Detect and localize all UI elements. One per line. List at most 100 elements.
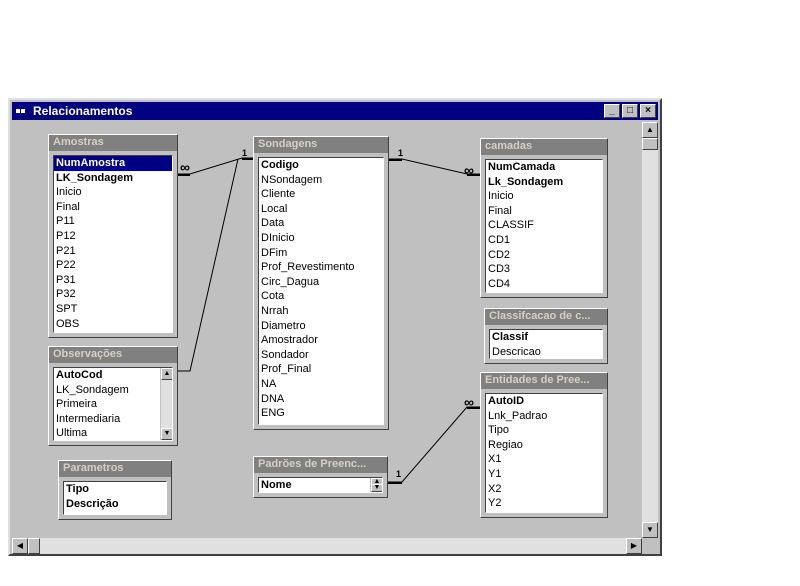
field-item[interactable]: Inicio [486, 189, 602, 204]
field-item[interactable]: Nrrah [259, 304, 383, 319]
field-item[interactable]: Ultima [54, 426, 172, 440]
field-item[interactable]: Prof_Final [259, 362, 383, 377]
field-item[interactable]: CD1 [486, 233, 602, 248]
table-camadas[interactable]: camadas NumCamada Lk_Sondagem Inicio Fin… [480, 138, 608, 298]
field-item[interactable]: Circ_Dagua [259, 275, 383, 290]
field-item[interactable]: P21 [54, 244, 172, 259]
field-item[interactable]: CLASSIF [486, 218, 602, 233]
relationships-canvas[interactable]: ∞ 1 1 ∞ 1 ∞ Amostras NumAmostra LK_Sonda… [12, 122, 642, 538]
field-item[interactable]: NumAmostra [54, 156, 172, 171]
field-item[interactable]: X2 [486, 482, 602, 497]
field-item[interactable]: DFim [259, 246, 383, 261]
field-item[interactable]: P31 [54, 273, 172, 288]
field-item[interactable]: Tipo [64, 482, 166, 497]
field-item[interactable]: Cliente [259, 187, 383, 202]
field-item[interactable]: Cota [259, 289, 383, 304]
table-title[interactable]: Amostras [49, 135, 177, 151]
field-item[interactable]: LK_Sondagem [54, 383, 172, 398]
table-observacoes[interactable]: Observações AutoCod LK_Sondagem Primeira… [48, 346, 178, 446]
field-item[interactable]: Nome [259, 478, 382, 492]
table-title[interactable]: Parametros [59, 461, 171, 477]
field-item[interactable]: CD2 [486, 248, 602, 263]
field-item[interactable]: P11 [54, 214, 172, 229]
field-item[interactable]: NA [259, 377, 383, 392]
field-item[interactable]: P22 [54, 258, 172, 273]
field-item[interactable]: DInicio [259, 231, 383, 246]
field-item[interactable]: Tipo [486, 423, 602, 438]
table-padroes[interactable]: Padrões de Preenc... Nome ▲ ▼ [253, 456, 388, 498]
window-titlebar[interactable]: Relacionamentos _ □ × [12, 102, 658, 120]
field-item[interactable]: Descrição [64, 497, 166, 512]
field-item[interactable]: AutoCod [54, 368, 172, 383]
table-classificacao[interactable]: Classifcacao de c... Classif Descricao [484, 308, 608, 364]
field-list: NumAmostra LK_Sondagem Inicio Final P11 … [53, 155, 173, 333]
scroll-down-icon[interactable]: ▼ [642, 522, 658, 538]
window-app-icon[interactable] [16, 105, 30, 117]
field-item[interactable]: Lk_Sondagem [486, 175, 602, 190]
field-list: NumCamada Lk_Sondagem Inicio Final CLASS… [485, 159, 603, 293]
field-item[interactable]: Intermediaria [54, 412, 172, 427]
close-button[interactable]: × [640, 104, 656, 118]
table-parametros[interactable]: Parametros Tipo Descrição [58, 460, 172, 520]
scroll-right-icon[interactable]: ▶ [626, 538, 642, 554]
field-list: AutoID Lnk_Padrao Tipo Regiao X1 Y1 X2 Y… [485, 393, 603, 513]
field-item[interactable]: Amostrador [259, 333, 383, 348]
field-item[interactable]: SPT [54, 302, 172, 317]
field-item[interactable]: ENG [259, 406, 383, 421]
table-title[interactable]: Sondagens [254, 137, 388, 153]
field-item[interactable]: Prof_Revestimento [259, 260, 383, 275]
field-item[interactable]: Data [259, 216, 383, 231]
table-amostras[interactable]: Amostras NumAmostra LK_Sondagem Inicio F… [48, 134, 178, 338]
table-title[interactable]: camadas [481, 139, 607, 155]
field-item[interactable]: X1 [486, 452, 602, 467]
field-item[interactable]: AutoID [486, 394, 602, 409]
field-item[interactable]: Sondador [259, 348, 383, 363]
field-item[interactable]: Y2 [486, 496, 602, 511]
field-item[interactable]: Local [259, 202, 383, 217]
field-item[interactable]: Regiao [486, 438, 602, 453]
field-item[interactable]: CD3 [486, 262, 602, 277]
scroll-down-icon[interactable]: ▼ [371, 484, 382, 492]
field-item[interactable]: Inicio [54, 185, 172, 200]
field-list-scrollbar[interactable]: ▲ ▼ [370, 478, 382, 492]
scroll-left-icon[interactable]: ◀ [12, 538, 28, 554]
field-item[interactable]: LK_Sondagem [54, 171, 172, 186]
field-item[interactable]: Descricao [490, 345, 602, 358]
field-item[interactable]: Codigo [259, 158, 383, 173]
table-sondagens[interactable]: Sondagens Codigo NSondagem Cliente Local… [253, 136, 389, 430]
field-item[interactable]: NumCamada [486, 160, 602, 175]
scroll-up-icon[interactable]: ▲ [161, 368, 172, 380]
field-list: Tipo Descrição [63, 481, 167, 515]
horizontal-scroll-thumb[interactable] [28, 538, 40, 554]
horizontal-scrollbar[interactable]: ◀ ▶ [12, 538, 642, 554]
field-item[interactable]: Classif [490, 330, 602, 345]
field-list: Nome ▲ ▼ [258, 477, 383, 493]
field-item[interactable]: Y1 [486, 467, 602, 482]
table-title[interactable]: Padrões de Preenc... [254, 457, 387, 473]
table-entidades[interactable]: Entidades de Pree... AutoID Lnk_Padrao T… [480, 372, 608, 518]
minimize-button[interactable]: _ [604, 104, 620, 118]
table-title[interactable]: Observações [49, 347, 177, 363]
field-item[interactable]: Diametro [259, 319, 383, 334]
one-marker: 1 [242, 148, 248, 158]
scroll-up-icon[interactable]: ▲ [642, 122, 658, 138]
field-list-scrollbar[interactable]: ▲ ▼ [160, 368, 172, 440]
field-item[interactable]: OBS [54, 317, 172, 332]
field-item[interactable]: CD4 [486, 277, 602, 292]
field-item[interactable]: Final [54, 200, 172, 215]
field-item[interactable]: Primeira [54, 397, 172, 412]
maximize-button[interactable]: □ [622, 104, 638, 118]
vertical-scrollbar[interactable]: ▲ ▼ [642, 122, 658, 538]
many-marker: ∞ [464, 394, 474, 410]
field-list: Codigo NSondagem Cliente Local Data DIni… [258, 157, 384, 425]
field-item[interactable]: Final [486, 204, 602, 219]
field-item[interactable]: NSondagem [259, 173, 383, 188]
field-item[interactable]: Lnk_Padrao [486, 409, 602, 424]
field-item[interactable]: DNA [259, 392, 383, 407]
vertical-scroll-thumb[interactable] [642, 138, 658, 150]
field-item[interactable]: P12 [54, 229, 172, 244]
table-title[interactable]: Entidades de Pree... [481, 373, 607, 389]
field-item[interactable]: P32 [54, 287, 172, 302]
table-title[interactable]: Classifcacao de c... [485, 309, 607, 325]
scroll-down-icon[interactable]: ▼ [161, 428, 172, 440]
